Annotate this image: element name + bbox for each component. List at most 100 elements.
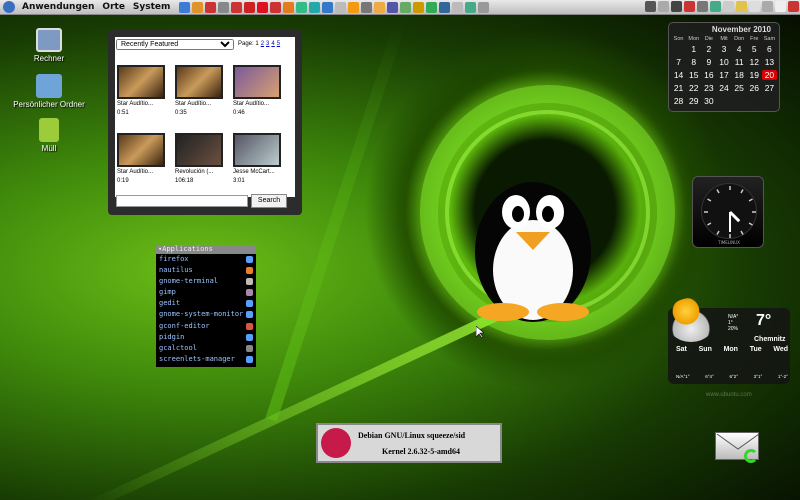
app-item[interactable]: nautilus: [156, 265, 256, 276]
menu-places[interactable]: Orte: [98, 2, 129, 12]
launcher-icon[interactable]: [413, 1, 425, 13]
tray-icon[interactable]: [658, 1, 669, 12]
desktop-icon-computer[interactable]: Rechner: [9, 28, 89, 63]
launcher-icon[interactable]: [348, 1, 360, 13]
video-item[interactable]: Star Audítio... 0:46: [233, 65, 283, 117]
calendar-day[interactable]: 24: [716, 83, 731, 93]
calendar-day[interactable]: 27: [762, 83, 777, 93]
calendar-day[interactable]: 7: [671, 57, 686, 67]
calendar-day[interactable]: [747, 96, 762, 106]
calendar-day[interactable]: 9: [701, 57, 716, 67]
calendar-day[interactable]: [762, 96, 777, 106]
desktop-icon-trash[interactable]: Müll: [9, 118, 89, 153]
tray-icon[interactable]: [775, 1, 786, 12]
launcher-icon[interactable]: [231, 1, 243, 13]
launcher-icon[interactable]: [218, 1, 230, 13]
launcher-icon[interactable]: [387, 1, 399, 13]
launcher-icon[interactable]: [335, 1, 347, 13]
calendar-day[interactable]: 22: [686, 83, 701, 93]
calendar-day[interactable]: [716, 96, 731, 106]
launcher-icon[interactable]: [400, 1, 412, 13]
launcher-icon[interactable]: [309, 1, 321, 13]
launcher-icon[interactable]: [478, 1, 490, 13]
page-3[interactable]: 3: [266, 41, 269, 47]
page-1[interactable]: 1: [255, 41, 258, 47]
calendar-day[interactable]: 15: [686, 70, 701, 80]
launcher-icon[interactable]: [205, 1, 217, 13]
launcher-icon[interactable]: [179, 1, 191, 13]
calendar-day[interactable]: 28: [671, 96, 686, 106]
calendar-day[interactable]: [732, 96, 747, 106]
app-item[interactable]: gimp: [156, 287, 256, 298]
calendar-day[interactable]: 6: [762, 44, 777, 54]
app-item[interactable]: pidgin: [156, 332, 256, 343]
calendar-day[interactable]: 2: [701, 44, 716, 54]
launcher-icon[interactable]: [257, 1, 269, 13]
feed-dropdown[interactable]: Recently Featured: [116, 39, 234, 50]
app-item[interactable]: gconf-editor: [156, 321, 256, 332]
app-item[interactable]: gnome-terminal: [156, 276, 256, 287]
calendar-day[interactable]: 25: [732, 83, 747, 93]
video-item[interactable]: Star Audítio... 0:19: [117, 133, 167, 185]
launcher-icon[interactable]: [296, 1, 308, 13]
launcher-icon[interactable]: [465, 1, 477, 13]
launcher-icon[interactable]: [361, 1, 373, 13]
page-2[interactable]: 2: [261, 41, 264, 47]
calendar-day[interactable]: 16: [701, 70, 716, 80]
launcher-icon[interactable]: [283, 1, 295, 13]
app-item[interactable]: gnome-system-monitor: [156, 309, 256, 320]
tray-icon[interactable]: [736, 1, 747, 12]
calendar-day[interactable]: 4: [732, 44, 747, 54]
calendar-day[interactable]: 8: [686, 57, 701, 67]
calendar-day[interactable]: 3: [716, 44, 731, 54]
calendar-day[interactable]: 14: [671, 70, 686, 80]
video-search-input[interactable]: [116, 195, 248, 207]
app-item[interactable]: gedit: [156, 298, 256, 309]
calendar-day[interactable]: 1: [686, 44, 701, 54]
menu-applications[interactable]: Anwendungen: [18, 2, 98, 12]
desktop-icon-home[interactable]: Persönlicher Ordner: [9, 74, 89, 109]
tray-icon[interactable]: [749, 1, 760, 12]
video-item[interactable]: Star Audítio... 0:35: [175, 65, 225, 117]
tray-icon[interactable]: [710, 1, 721, 12]
menu-system[interactable]: System: [129, 2, 175, 12]
calendar-day[interactable]: 20: [761, 70, 777, 80]
tray-icon[interactable]: [697, 1, 708, 12]
tray-icon[interactable]: [645, 1, 656, 12]
calendar-day[interactable]: 26: [747, 83, 762, 93]
page-5[interactable]: 5: [277, 41, 280, 47]
video-item[interactable]: Star Audítio... 0:51: [117, 65, 167, 117]
calendar-day[interactable]: 13: [762, 57, 777, 67]
search-button[interactable]: Search: [251, 194, 287, 208]
calendar-day[interactable]: 5: [747, 44, 762, 54]
mail-icon[interactable]: [715, 432, 760, 463]
calendar-day[interactable]: 17: [716, 70, 731, 80]
calendar-day[interactable]: 10: [716, 57, 731, 67]
launcher-icon[interactable]: [374, 1, 386, 13]
calendar-day[interactable]: 21: [671, 83, 686, 93]
launcher-icon[interactable]: [244, 1, 256, 13]
tray-icon[interactable]: [762, 1, 773, 12]
launcher-icon[interactable]: [426, 1, 438, 13]
tray-icon[interactable]: [684, 1, 695, 12]
tray-icon[interactable]: [723, 1, 734, 12]
page-4[interactable]: 4: [271, 41, 274, 47]
app-item[interactable]: gcalctool: [156, 343, 256, 354]
tray-icon[interactable]: [788, 1, 799, 12]
calendar-day[interactable]: 30: [701, 96, 716, 106]
video-item[interactable]: Revolución (... 106:18: [175, 133, 225, 185]
calendar-day[interactable]: 12: [747, 57, 762, 67]
launcher-icon[interactable]: [452, 1, 464, 13]
calendar-day[interactable]: [671, 44, 686, 54]
launcher-icon[interactable]: [270, 1, 282, 13]
calendar-day[interactable]: 11: [732, 57, 747, 67]
video-item[interactable]: Jesse McCart... 3:01: [233, 133, 283, 185]
tray-icon[interactable]: [671, 1, 682, 12]
launcher-icon[interactable]: [192, 1, 204, 13]
debian-logo-icon[interactable]: [3, 1, 15, 13]
calendar-day[interactable]: 29: [686, 96, 701, 106]
calendar-day[interactable]: 18: [732, 70, 747, 80]
calendar-day[interactable]: 23: [701, 83, 716, 93]
launcher-icon[interactable]: [322, 1, 334, 13]
applications-header[interactable]: ▾Applications: [156, 245, 256, 254]
